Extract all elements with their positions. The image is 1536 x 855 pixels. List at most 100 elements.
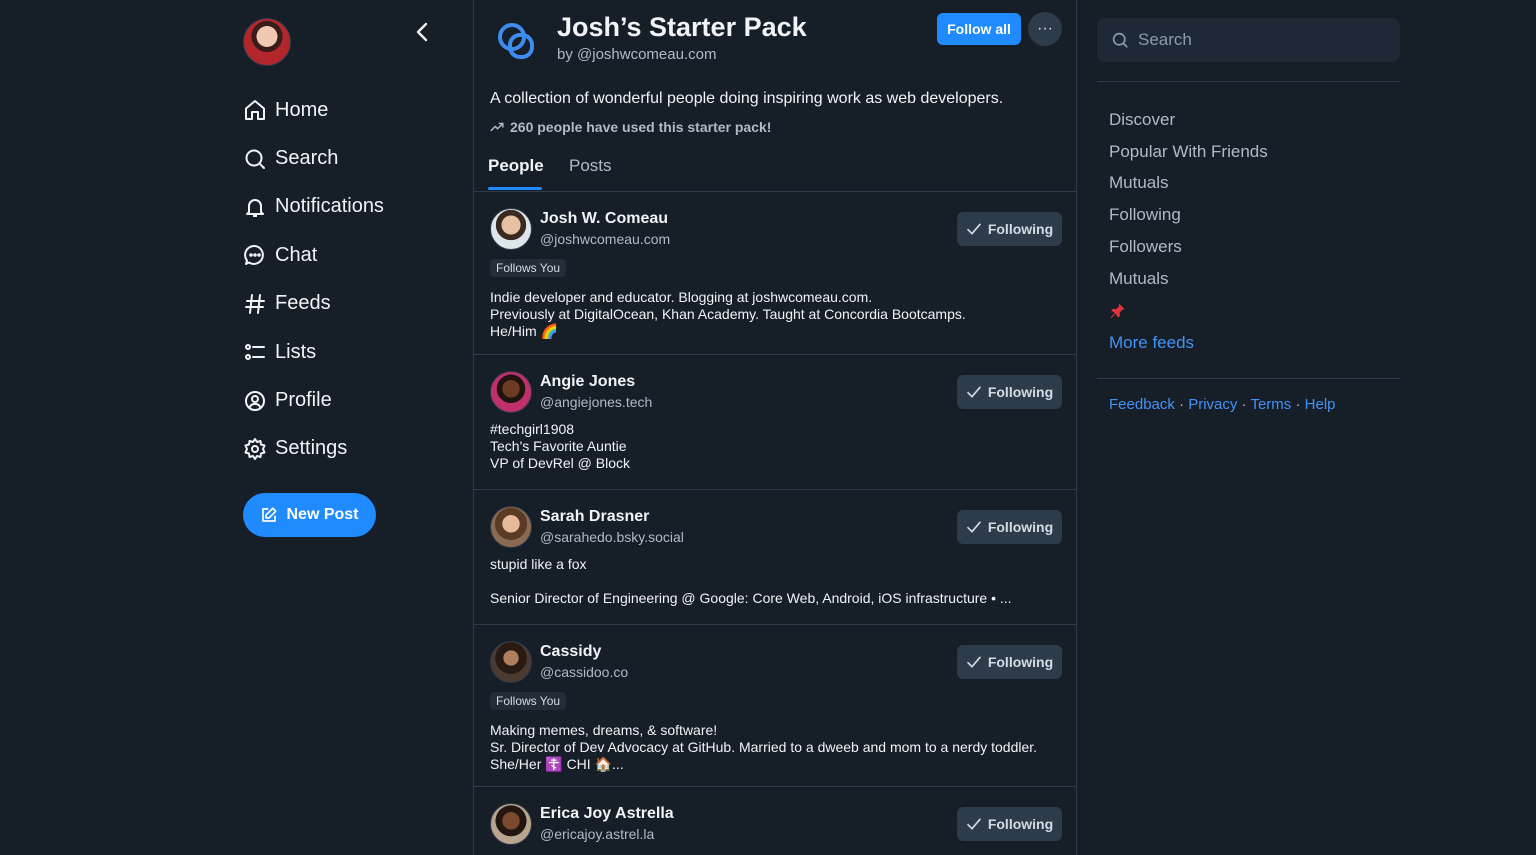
search-input[interactable] <box>1138 30 1378 50</box>
avatar[interactable] <box>490 641 532 683</box>
nav-item-feeds[interactable]: Feeds <box>243 280 443 328</box>
compose-icon <box>260 506 278 524</box>
nav-item-home[interactable]: Home <box>243 86 443 134</box>
person-bio: Making memes, dreams, & software! Sr. Di… <box>490 722 1038 772</box>
check-icon <box>966 654 982 670</box>
home-icon <box>243 98 267 122</box>
tab-bar: People Posts <box>474 148 1076 192</box>
feed-link-mutuals[interactable]: Mutuals <box>1109 167 1388 199</box>
follow-all-button[interactable]: Follow all <box>937 13 1021 45</box>
list-item[interactable]: Josh W. Comeau @joshwcomeau.com Followin… <box>474 192 1076 355</box>
tab-people[interactable]: People <box>488 156 544 176</box>
following-label: Following <box>987 654 1054 670</box>
nav-item-settings[interactable]: Settings <box>243 425 443 473</box>
feed-link-mutuals-2[interactable]: Mutuals <box>1109 263 1388 295</box>
pin-icon <box>1110 302 1125 318</box>
list-item[interactable]: Sarah Drasner @sarahedo.bsky.social Foll… <box>474 490 1076 625</box>
list-icon <box>243 340 267 364</box>
more-feeds-link[interactable]: More feeds <box>1109 326 1388 360</box>
footer-separator: · <box>1174 395 1189 413</box>
person-bio: Indie developer and educator. Blogging a… <box>490 289 966 339</box>
people-list: Josh W. Comeau @joshwcomeau.com Followin… <box>474 192 1076 855</box>
follows-you-badge: Follows You <box>490 692 567 710</box>
feeds-list: Discover Popular With Friends Mutuals Fo… <box>1097 82 1400 378</box>
privacy-link[interactable]: Privacy <box>1188 396 1237 413</box>
following-label: Following <box>987 384 1054 400</box>
following-label: Following <box>987 221 1054 237</box>
nav-item-label: Search <box>275 147 339 170</box>
nav-item-label: Home <box>275 98 329 121</box>
pack-description: A collection of wonderful people doing i… <box>490 90 1004 107</box>
pack-usage: 260 people have used this starter pack! <box>490 119 771 135</box>
nav-item-label: Feeds <box>275 292 331 315</box>
check-icon <box>966 384 982 400</box>
avatar[interactable] <box>490 208 532 250</box>
nav-list: Home Search Notifications Chat Feeds Lis… <box>243 86 443 473</box>
person-bio: #techgirl1908 Tech's Favorite Auntie VP … <box>490 421 631 471</box>
my-avatar[interactable] <box>243 18 291 66</box>
check-icon <box>966 519 982 535</box>
footer-links: Feedback · Privacy · Terms · Help <box>1097 379 1400 430</box>
footer-separator: · <box>1237 395 1251 413</box>
search-icon <box>1111 31 1129 49</box>
chevron-left-icon <box>416 22 428 42</box>
footer-separator: · <box>1291 395 1305 413</box>
following-label: Following <box>987 519 1054 535</box>
feedback-link[interactable]: Feedback <box>1109 396 1175 413</box>
nav-item-search[interactable]: Search <box>243 134 443 182</box>
following-button[interactable]: Following <box>957 510 1062 544</box>
feed-link-pinned[interactable] <box>1109 294 1388 326</box>
nav-item-notifications[interactable]: Notifications <box>243 183 443 231</box>
follows-you-badge: Follows You <box>490 259 567 277</box>
collapse-sidebar-button[interactable] <box>411 20 435 44</box>
avatar[interactable] <box>490 803 532 845</box>
avatar[interactable] <box>490 506 532 548</box>
following-label: Following <box>987 816 1054 832</box>
nav-item-label: Settings <box>275 437 348 460</box>
pack-header: Josh’s Starter Pack by @joshwcomeau.com … <box>474 0 1076 70</box>
following-button[interactable]: Following <box>957 212 1062 246</box>
new-post-button[interactable]: New Post <box>243 493 376 538</box>
nav-item-label: Notifications <box>275 195 384 218</box>
nav-item-chat[interactable]: Chat <box>243 231 443 279</box>
tab-posts[interactable]: Posts <box>569 156 612 176</box>
search-box[interactable] <box>1097 18 1400 62</box>
pack-title: Josh’s Starter Pack <box>557 12 807 42</box>
right-sidebar: Discover Popular With Friends Mutuals Fo… <box>1097 18 1400 430</box>
check-icon <box>966 816 982 832</box>
new-post-label: New Post <box>286 506 359 524</box>
terms-link[interactable]: Terms <box>1250 396 1291 413</box>
person-bio: stupid like a fox Senior Director of Eng… <box>490 556 1012 606</box>
following-button[interactable]: Following <box>957 807 1062 841</box>
feed-link-following[interactable]: Following <box>1109 199 1388 231</box>
nav-item-label: Lists <box>275 340 317 363</box>
more-options-button[interactable]: ··· <box>1028 12 1062 46</box>
ellipsis-icon: ··· <box>1037 20 1053 37</box>
starter-pack-icon <box>494 19 542 63</box>
feed-link-popular-with-friends[interactable]: Popular With Friends <box>1109 136 1388 168</box>
check-icon <box>966 221 982 237</box>
bell-icon <box>243 195 267 219</box>
nav-item-label: Chat <box>275 243 318 266</box>
gear-icon <box>243 437 267 461</box>
profile-icon <box>243 389 267 413</box>
nav-item-label: Profile <box>275 389 332 412</box>
pack-usage-text: 260 people have used this starter pack! <box>510 119 772 135</box>
list-item[interactable]: Cassidy @cassidoo.co Following Follows Y… <box>474 625 1076 787</box>
hash-icon <box>243 292 267 316</box>
list-item[interactable]: Erica Joy Astrella @ericajoy.astrel.la F… <box>474 787 1076 855</box>
chat-icon <box>243 243 267 267</box>
feed-link-followers[interactable]: Followers <box>1109 231 1388 263</box>
nav-item-lists[interactable]: Lists <box>243 328 443 376</box>
list-item[interactable]: Angie Jones @angiejones.tech Following #… <box>474 355 1076 490</box>
active-tab-indicator <box>488 187 542 190</box>
left-navigation: Home Search Notifications Chat Feeds Lis… <box>243 18 443 538</box>
pack-author[interactable]: by @joshwcomeau.com <box>557 46 716 63</box>
feed-link-discover[interactable]: Discover <box>1109 104 1388 136</box>
search-icon <box>243 147 267 171</box>
help-link[interactable]: Help <box>1305 396 1336 413</box>
following-button[interactable]: Following <box>957 645 1062 679</box>
following-button[interactable]: Following <box>957 375 1062 409</box>
nav-item-profile[interactable]: Profile <box>243 376 443 424</box>
avatar[interactable] <box>490 371 532 413</box>
